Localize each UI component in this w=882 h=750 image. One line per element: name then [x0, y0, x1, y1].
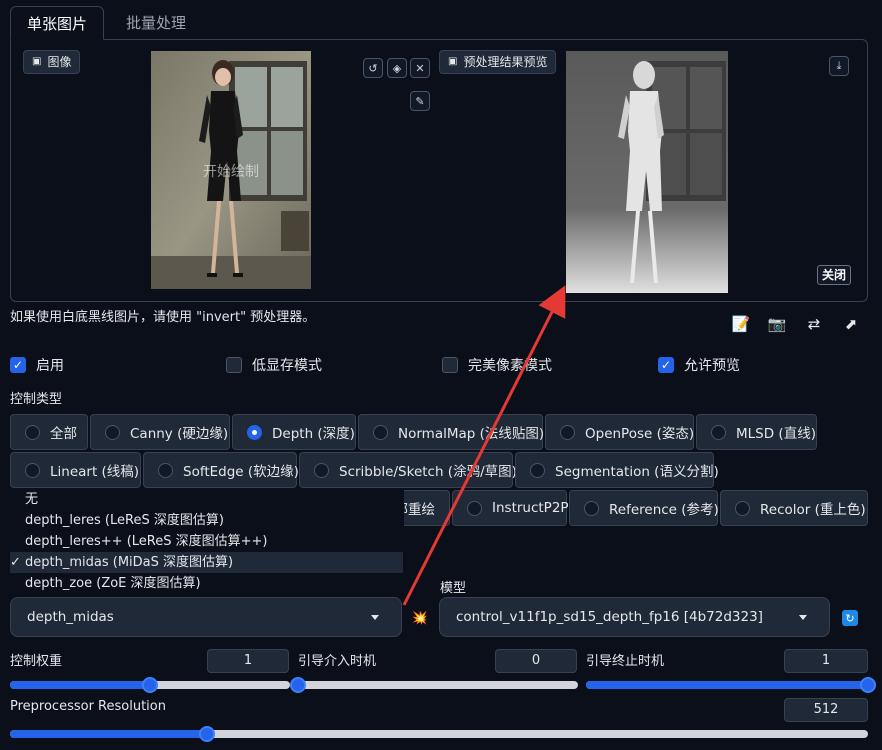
invert-hint: 如果使用白底黑线图片，请使用 "invert" 预处理器。: [10, 310, 316, 325]
end-step-input[interactable]: 1: [784, 649, 868, 673]
start-step-slider[interactable]: [290, 677, 578, 693]
pixel-perfect-label: 完美像素模式: [468, 358, 552, 374]
preprocessor-option-zoe[interactable]: depth_zoe (ZoE 深度图估算): [10, 573, 403, 594]
close-preview-button[interactable]: 关闭: [817, 265, 852, 285]
radio-icon: [105, 424, 120, 440]
input-image-label: ▣ 图像: [23, 50, 81, 74]
end-step-slider[interactable]: [586, 677, 876, 693]
send-dimensions-icon[interactable]: ⬈: [840, 313, 862, 335]
control-type-reference[interactable]: Reference (参考): [569, 490, 719, 526]
allow-preview-checkbox[interactable]: ✓ 允许预览: [658, 355, 740, 375]
control-type-recolor[interactable]: Recolor (重上色): [720, 490, 868, 526]
control-type-normalmap[interactable]: NormalMap (法线贴图): [358, 414, 544, 450]
checkbox-checked-icon: ✓: [658, 357, 674, 373]
enable-checkbox[interactable]: ✓ 启用: [10, 355, 64, 375]
checkbox-icon: [442, 357, 458, 373]
preprocessor-select[interactable]: depth_midas: [10, 597, 402, 637]
preprocessor-option-leres-plus[interactable]: depth_leres++ (LeReS 深度图估算++): [10, 531, 403, 552]
radio-icon: [158, 462, 173, 478]
slider-handle[interactable]: [199, 726, 216, 742]
depth-preview-image: [566, 51, 728, 293]
radio-icon: [25, 424, 40, 440]
slider-handle[interactable]: [290, 677, 306, 693]
preprocessor-resolution-slider[interactable]: [10, 726, 868, 742]
control-type-instructp2p[interactable]: InstructP2P: [452, 490, 569, 526]
control-type-canny[interactable]: Canny (硬边缘): [90, 414, 230, 450]
control-weight-slider[interactable]: [10, 677, 290, 693]
model-label: 模型: [440, 581, 467, 596]
preprocessor-resolution-input[interactable]: 512: [784, 698, 868, 722]
radio-icon: [25, 462, 40, 478]
radio-icon: [711, 424, 726, 440]
preprocessor-dropdown-menu: 无 depth_leres (LeReS 深度图估算) depth_leres+…: [10, 489, 404, 593]
control-type-segmentation[interactable]: Segmentation (语义分割): [515, 452, 719, 488]
preview-label: ▣ 预处理结果预览: [439, 50, 557, 74]
download-icon[interactable]: ⤓: [829, 56, 849, 76]
low-vram-label: 低显存模式: [252, 358, 322, 374]
radio-icon: [467, 500, 482, 516]
input-image-label-text: 图像: [47, 55, 72, 69]
start-step-input[interactable]: 0: [495, 649, 577, 673]
slider-handle[interactable]: [142, 677, 158, 693]
preview-label-text: 预处理结果预览: [463, 55, 548, 69]
checkbox-checked-icon: ✓: [10, 357, 26, 373]
radio-icon: [560, 424, 575, 440]
control-type-openpose[interactable]: OpenPose (姿态): [545, 414, 694, 450]
allow-preview-label: 允许预览: [684, 358, 740, 374]
preprocessor-value: depth_midas: [27, 609, 114, 625]
low-vram-checkbox[interactable]: 低显存模式: [226, 355, 322, 375]
end-step-label: 引导终止时机: [586, 654, 665, 669]
model-value: control_v11f1p_sd15_depth_fp16 [4b72d323…: [456, 609, 763, 625]
model-select[interactable]: control_v11f1p_sd15_depth_fp16 [4b72d323…: [439, 597, 830, 637]
refresh-icon[interactable]: ↻: [842, 610, 858, 626]
brush-icon[interactable]: ✎: [410, 91, 430, 111]
preprocessor-resolution-label: Preprocessor Resolution: [10, 699, 166, 714]
close-icon[interactable]: ✕: [410, 58, 430, 78]
control-weight-label: 控制权重: [10, 654, 63, 669]
control-weight-input[interactable]: 1: [207, 649, 289, 673]
image-icon: ▣: [448, 56, 458, 67]
preprocessor-option-midas[interactable]: ✓ depth_midas (MiDaS 深度图估算): [10, 552, 403, 573]
pixel-perfect-checkbox[interactable]: 完美像素模式: [442, 355, 552, 375]
enable-label: 启用: [36, 358, 64, 374]
input-image[interactable]: 开始绘制: [151, 51, 311, 289]
preprocessor-option-leres[interactable]: depth_leres (LeReS 深度图估算): [10, 510, 403, 531]
radio-icon: [373, 424, 388, 440]
control-type-mlsd[interactable]: MLSD (直线): [696, 414, 817, 450]
chevron-down-icon: [799, 615, 807, 620]
slider-handle[interactable]: [860, 677, 876, 693]
image-icon: ▣: [32, 56, 42, 67]
control-type-label: 控制类型: [10, 392, 63, 407]
tab-single-image[interactable]: 单张图片: [10, 6, 105, 40]
preprocessor-option-none[interactable]: 无: [10, 489, 403, 510]
start-drawing-overlay: 开始绘制: [203, 164, 259, 180]
image-panel: ▣ 图像 开始绘制 ↺ ◈ ✕ ✎ ▣ 预处理结果预览 ⤓ 关闭: [10, 39, 868, 302]
notepad-icon[interactable]: 📝: [730, 313, 752, 335]
chevron-down-icon: [371, 615, 379, 620]
radio-icon: [584, 500, 599, 516]
start-step-label: 引导介入时机: [298, 654, 377, 669]
run-preprocessor-icon[interactable]: 💥: [410, 608, 430, 628]
rotate-icon[interactable]: ↺: [363, 58, 383, 78]
camera-icon[interactable]: 📷: [766, 313, 788, 335]
radio-icon: [314, 462, 329, 478]
control-type-lineart[interactable]: Lineart (线稿): [10, 452, 141, 488]
eraser-icon[interactable]: ◈: [387, 58, 407, 78]
radio-selected-icon: [247, 424, 262, 440]
control-type-softedge[interactable]: SoftEdge (软边缘): [143, 452, 299, 488]
radio-icon: [735, 500, 750, 516]
radio-icon: [530, 462, 545, 478]
checkbox-icon: [226, 357, 242, 373]
control-type-all[interactable]: 全部: [10, 414, 88, 450]
control-type-depth[interactable]: Depth (深度): [232, 414, 356, 450]
tab-batch[interactable]: 批量处理: [110, 6, 202, 40]
swap-icon[interactable]: ⇄: [803, 313, 825, 335]
control-type-scribble[interactable]: Scribble/Sketch (涂鸦/草图): [299, 452, 517, 488]
